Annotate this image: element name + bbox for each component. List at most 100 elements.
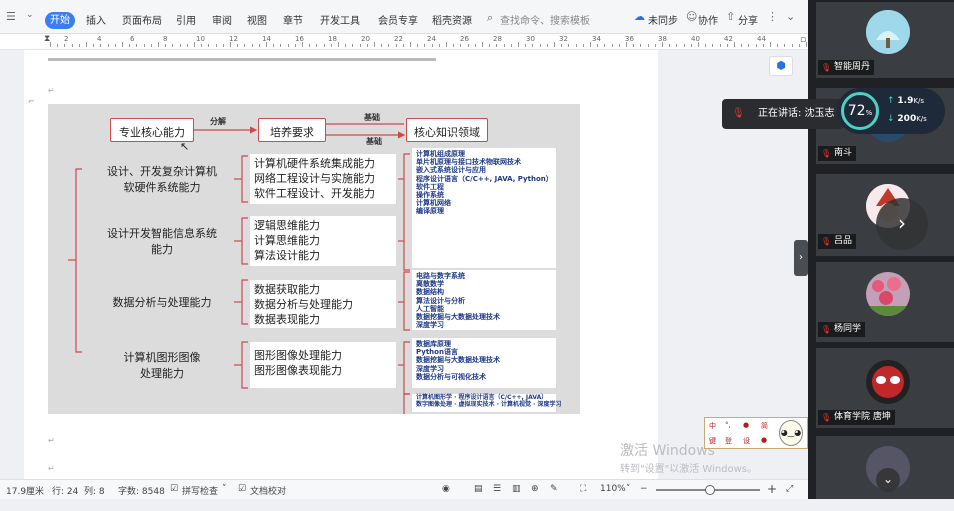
- ruler-tick: [518, 42, 519, 47]
- chevron-down-icon[interactable]: ⌄: [786, 10, 795, 23]
- ruler-tick: [719, 44, 721, 47]
- zoom-level[interactable]: 110%: [600, 484, 626, 494]
- ruler-tick: [208, 44, 210, 47]
- ruler-number: 32: [559, 35, 568, 43]
- menu-icon[interactable]: ☰: [6, 10, 16, 23]
- zoom-in-icon[interactable]: +: [767, 482, 777, 496]
- sync-status[interactable]: 未同步: [648, 12, 678, 27]
- outline-view-icon[interactable]: ☰: [493, 484, 501, 494]
- ruler-tick: [741, 44, 743, 47]
- ruler-tick: [388, 44, 390, 47]
- page-size[interactable]: 17.9厘米: [6, 484, 44, 497]
- ruler-tick: [611, 44, 613, 47]
- ruler-tick: [712, 44, 714, 47]
- ime-mode[interactable]: 中: [709, 421, 716, 431]
- participant-name: 🎙 体育学院 唐坤: [818, 410, 895, 425]
- ime-settings[interactable]: 设: [743, 436, 750, 446]
- navigation-pin-icon[interactable]: ⬢: [769, 56, 793, 76]
- ruler-number: 8: [163, 35, 168, 43]
- web-view-icon[interactable]: ⊕: [531, 484, 539, 494]
- collab-button[interactable]: 协作: [698, 12, 718, 27]
- ime-keyboard[interactable]: 键: [709, 436, 716, 446]
- chevron-down-icon[interactable]: ⌄: [26, 10, 34, 20]
- fullscreen-icon[interactable]: ⤢: [786, 484, 793, 494]
- tab-docer-resources[interactable]: 稻壳资源: [432, 12, 472, 27]
- document-area[interactable]: ↵ ↵ ↵ ⌐ 专业核心能力 分解 培养要求 基础 基础 核心知识领域 设计、开…: [0, 50, 808, 479]
- ruler-tick: [467, 44, 469, 47]
- ruler-tick: [690, 44, 692, 47]
- zoom-slider-knob[interactable]: [705, 485, 716, 495]
- ruler-number: 20: [361, 35, 370, 43]
- training-requirement-label: 培养要求: [270, 126, 314, 139]
- more-icon[interactable]: ⋮: [767, 10, 778, 23]
- edit-icon[interactable]: ✎: [550, 484, 558, 494]
- chevron-down-icon[interactable]: ˅: [626, 484, 631, 494]
- participant-name: 🎙 杨同学: [818, 322, 866, 337]
- ruler-tick: [748, 44, 750, 47]
- participant-tile[interactable]: 🎙 杨同学: [816, 262, 954, 342]
- fit-page-icon[interactable]: ⛶: [580, 484, 586, 494]
- share-button[interactable]: 分享: [738, 12, 758, 27]
- ruler[interactable]: 2 4 6 8 10 12 14 16 18 20 22 24 26 28 30 32 34 36 38 40 42 44…: [0, 34, 836, 50]
- document-page[interactable]: ↵ ↵ ↵ ⌐ 专业核心能力 分解 培养要求 基础 基础 核心知识领域 设计、开…: [24, 50, 658, 479]
- chevron-down-icon[interactable]: ˅: [222, 484, 227, 494]
- ime-emoji[interactable]: ●: [743, 421, 749, 429]
- ruler-tick: [165, 44, 167, 47]
- proofread-button[interactable]: 文档校对: [250, 484, 286, 497]
- ruler-tick: [762, 44, 764, 47]
- arrow-label-basis: 基础: [366, 137, 382, 146]
- tab-insert[interactable]: 插入: [86, 12, 106, 27]
- avatar: [866, 10, 910, 54]
- ime-toolbar[interactable]: 中 °, ● 简 键 登 设 ● ◕‿◕: [704, 417, 808, 449]
- search-input[interactable]: 查找命令、搜索模板: [500, 12, 590, 27]
- participant-tile[interactable]: 🎙 体育学院 唐坤: [816, 348, 954, 428]
- ruler-tick: [374, 42, 375, 47]
- ruler-tick: [554, 42, 555, 47]
- ime-simplified[interactable]: 简: [761, 421, 768, 431]
- ability-knowledge-diagram[interactable]: 专业核心能力 分解 培养要求 基础 基础 核心知识领域 设计、开发复杂计算机 软硬…: [48, 104, 580, 414]
- scroll-down-icon[interactable]: ⌄: [876, 468, 900, 492]
- ruler-tick: [683, 44, 685, 47]
- word-count[interactable]: 字数: 8548: [118, 484, 165, 497]
- ime-mascot-icon[interactable]: ◕‿◕: [779, 420, 803, 446]
- tab-chapter[interactable]: 章节: [283, 12, 303, 27]
- network-speed-widget[interactable]: 72% ↑ 1.9K/s ↓ 200K/s: [837, 88, 945, 134]
- ruler-tick: [647, 44, 649, 47]
- next-page-icon[interactable]: ›: [876, 198, 928, 250]
- activation-watermark-title: 激活 Windows: [620, 443, 715, 459]
- participant-tile[interactable]: 🎙 智能周丹: [816, 2, 954, 78]
- indent-marker-icon[interactable]: ⧗: [44, 34, 50, 44]
- knowledge-list-box: 计算机图形学 · 程序设计语言（C/C++, JAVA） 数字图像处理 · 虚拟现…: [412, 394, 561, 412]
- ime-skin[interactable]: ●: [761, 436, 767, 444]
- knowledge-list-text: 计算机图形学 · 程序设计语言（C/C++, JAVA） 数字图像处理 · 虚拟现…: [416, 394, 562, 408]
- spell-check-button[interactable]: 拼写检查: [182, 484, 218, 497]
- ruler-tick: [726, 44, 728, 47]
- ruler-toggle-icon[interactable]: ▫: [800, 35, 806, 45]
- zoom-out-icon[interactable]: −: [640, 484, 648, 494]
- tab-member[interactable]: 会员专享: [378, 12, 418, 27]
- ruler-tick: [316, 44, 318, 47]
- ruler-tick: [438, 44, 440, 47]
- read-view-icon[interactable]: ▥: [512, 484, 521, 494]
- paragraph-mark: ↵: [48, 436, 55, 445]
- tab-view[interactable]: 视图: [247, 12, 267, 27]
- ime-login[interactable]: 登: [725, 436, 732, 446]
- tab-review[interactable]: 审阅: [212, 12, 232, 27]
- ruler-tick: [654, 44, 656, 47]
- tab-references[interactable]: 引用: [176, 12, 196, 27]
- tab-start[interactable]: 开始: [45, 12, 75, 29]
- ruler-tick: [482, 42, 483, 47]
- core-ability-box: 专业核心能力: [110, 118, 194, 142]
- knowledge-list-box: 电路与数字系统 离散数学 数据结构 算法设计与分析 人工智能 数据挖掘与大数据处理技术 深度…: [412, 270, 556, 330]
- participant-tile[interactable]: › 🎙 吕品: [816, 174, 954, 256]
- tab-developer[interactable]: 开发工具: [320, 12, 360, 27]
- tab-page-layout[interactable]: 页面布局: [122, 12, 162, 27]
- ruler-tick: [107, 44, 109, 47]
- ime-punct[interactable]: °,: [725, 421, 731, 429]
- page-view-icon[interactable]: ▤: [474, 484, 483, 494]
- collapse-panel-handle[interactable]: ›: [794, 240, 808, 276]
- ruler-tick: [525, 44, 527, 47]
- ruler-tick: [734, 42, 735, 47]
- eye-icon[interactable]: ◉: [442, 484, 450, 494]
- ruler-number: 2: [64, 35, 69, 43]
